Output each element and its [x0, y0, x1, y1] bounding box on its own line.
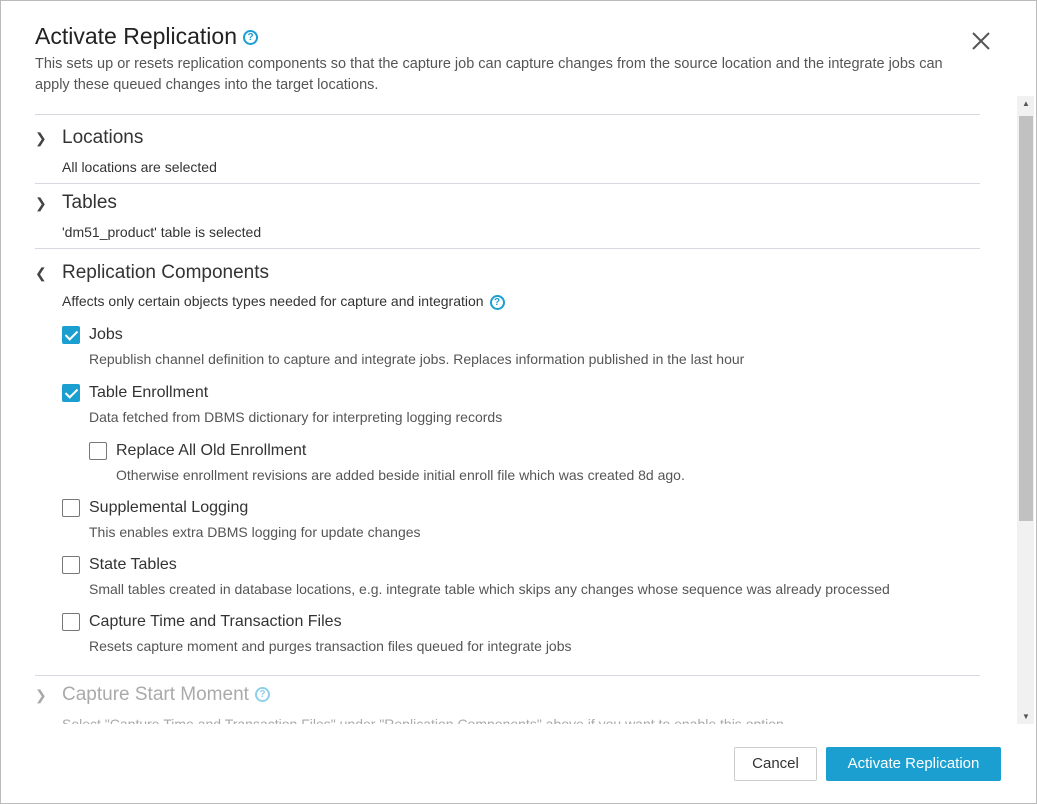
divider	[35, 675, 980, 676]
chevron-down-icon: ❯	[35, 687, 47, 703]
help-icon[interactable]: ?	[243, 30, 258, 46]
option-label[interactable]: Replace All Old Enrollment	[116, 442, 306, 460]
option-label[interactable]: Capture Time and Transaction Files	[89, 613, 342, 631]
checkbox[interactable]	[62, 613, 80, 631]
scroll-up-icon[interactable]: ▲	[1022, 99, 1030, 108]
dialog-content: ❯ Locations All locations are selected ❯ T…	[1, 96, 1017, 724]
option-hint: This enables extra DBMS logging for upda…	[89, 524, 421, 540]
section-locations-header[interactable]: ❯ Locations	[35, 127, 143, 149]
section-capture-start-header: ❯ Capture Start Moment?	[35, 684, 270, 706]
section-title: Capture Start Moment	[62, 684, 249, 705]
divider	[35, 183, 980, 184]
option-hint: Data fetched from DBMS dictionary for in…	[89, 409, 503, 425]
scroll-down-icon[interactable]: ▼	[1022, 712, 1030, 721]
activate-replication-button[interactable]: Activate Replication	[826, 747, 1001, 781]
checkbox[interactable]	[62, 499, 80, 517]
dialog-title: Activate Replication?	[35, 23, 258, 50]
option-hint: Resets capture moment and purges transac…	[89, 638, 572, 654]
checkbox[interactable]	[62, 556, 80, 574]
summary-text: Affects only certain objects types neede…	[62, 293, 484, 309]
section-tables-header[interactable]: ❯ Tables	[35, 192, 117, 214]
scrollbar-thumb[interactable]	[1019, 116, 1033, 521]
section-title: Tables	[62, 192, 117, 213]
divider	[35, 248, 980, 249]
option-label[interactable]: Table Enrollment	[89, 384, 208, 402]
chevron-down-icon: ❯	[35, 130, 47, 146]
option-hint: Small tables created in database locatio…	[89, 581, 890, 597]
chevron-up-icon: ❮	[35, 265, 47, 281]
section-title: Replication Components	[62, 262, 270, 283]
help-icon[interactable]: ?	[489, 294, 505, 310]
checkbox[interactable]	[89, 442, 107, 460]
option-hint: Otherwise enrollment revisions are added…	[116, 467, 685, 483]
locations-summary: All locations are selected	[62, 159, 217, 175]
cancel-button[interactable]: Cancel	[734, 747, 817, 781]
title-text: Activate Replication	[35, 23, 237, 49]
option-label[interactable]: Jobs	[89, 326, 123, 344]
divider	[35, 114, 980, 115]
section-components-header[interactable]: ❮ Replication Components	[35, 262, 269, 284]
chevron-down-icon: ❯	[35, 195, 47, 211]
checkbox[interactable]	[62, 384, 80, 402]
capture-start-summary: Select "Capture Time and Transaction Fil…	[62, 716, 788, 724]
option-hint: Republish channel definition to capture …	[89, 351, 745, 367]
help-icon[interactable]: ?	[254, 687, 270, 703]
components-summary: Affects only certain objects types neede…	[62, 293, 505, 310]
option-label[interactable]: State Tables	[89, 556, 177, 574]
close-icon[interactable]	[969, 29, 993, 53]
section-title: Locations	[62, 127, 144, 148]
dialog-description: This sets up or resets replication compo…	[35, 56, 943, 93]
checkbox[interactable]	[62, 326, 80, 344]
option-label[interactable]: Supplemental Logging	[89, 499, 248, 517]
tables-summary: 'dm51_product' table is selected	[62, 224, 262, 240]
